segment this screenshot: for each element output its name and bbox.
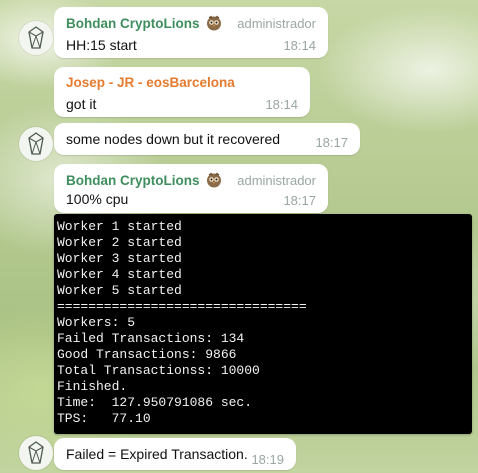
message-text: got it (66, 96, 97, 112)
eos-logo-icon (27, 132, 45, 156)
message-sender-name: Josep - JR - eosBarcelona (66, 75, 235, 90)
message-bubble[interactable]: some nodes down but it recovered 18:17 (54, 123, 360, 155)
terminal-line: Total Transactionss: 10000 (57, 363, 260, 378)
terminal-line: Worker 1 started (57, 219, 182, 234)
message-text: some nodes down but it recovered (66, 131, 281, 147)
message-sender-name: Bohdan CryptoLions (66, 15, 200, 31)
avatar[interactable] (19, 21, 53, 55)
message-bubble[interactable]: Bohdan CryptoLions administrador HH:15 s… (54, 7, 328, 58)
avatar[interactable] (19, 127, 53, 161)
message-time: 18:17 (315, 135, 348, 150)
terminal-screenshot[interactable]: Worker 1 started Worker 2 started Worker… (54, 214, 472, 434)
owl-emoji-icon (206, 172, 222, 188)
terminal-line: TPS: 77.10 (57, 411, 151, 426)
terminal-line: Workers: 5 (57, 315, 136, 330)
terminal-line: Worker 4 started (57, 267, 182, 282)
terminal-line: Worker 2 started (57, 235, 182, 250)
terminal-line: Finished. (57, 379, 128, 394)
message-time: 18:19 (251, 452, 284, 467)
message-bubble[interactable]: Josep - JR - eosBarcelona got it 18:14 (54, 67, 310, 117)
message-sender[interactable]: Bohdan CryptoLions (66, 15, 222, 31)
message-bubble[interactable]: Bohdan CryptoLions administrador 100% cp… (54, 164, 328, 213)
message-sender-name: Bohdan CryptoLions (66, 172, 200, 188)
message-text: 100% cpu (66, 191, 129, 207)
terminal-line: Worker 5 started (57, 283, 182, 298)
message-sender[interactable]: Josep - JR - eosBarcelona (66, 75, 235, 90)
message-time: 18:17 (283, 193, 316, 208)
eos-logo-icon (27, 26, 45, 50)
avatar[interactable] (19, 436, 53, 470)
terminal-output: Worker 1 started Worker 2 started Worker… (57, 219, 307, 427)
message-bubble[interactable]: Failed = Expired Transaction. 18:19 (54, 438, 296, 470)
message-sender[interactable]: Bohdan CryptoLions (66, 172, 222, 188)
terminal-line: Good Transactions: 9866 (57, 347, 237, 362)
message-text: Failed = Expired Transaction. (66, 446, 248, 462)
terminal-line: ================================ (57, 299, 307, 314)
admin-role-label: administrador (237, 16, 316, 31)
terminal-line: Worker 3 started (57, 251, 182, 266)
message-time: 18:14 (265, 97, 298, 112)
terminal-line: Time: 127.950791086 sec. (57, 395, 253, 410)
eos-logo-icon (27, 441, 45, 465)
terminal-line: Failed Transactions: 134 (57, 331, 245, 346)
message-text: HH:15 start (66, 37, 137, 53)
owl-emoji-icon (206, 15, 222, 31)
message-time: 18:14 (283, 38, 316, 53)
admin-role-label: administrador (237, 173, 316, 188)
